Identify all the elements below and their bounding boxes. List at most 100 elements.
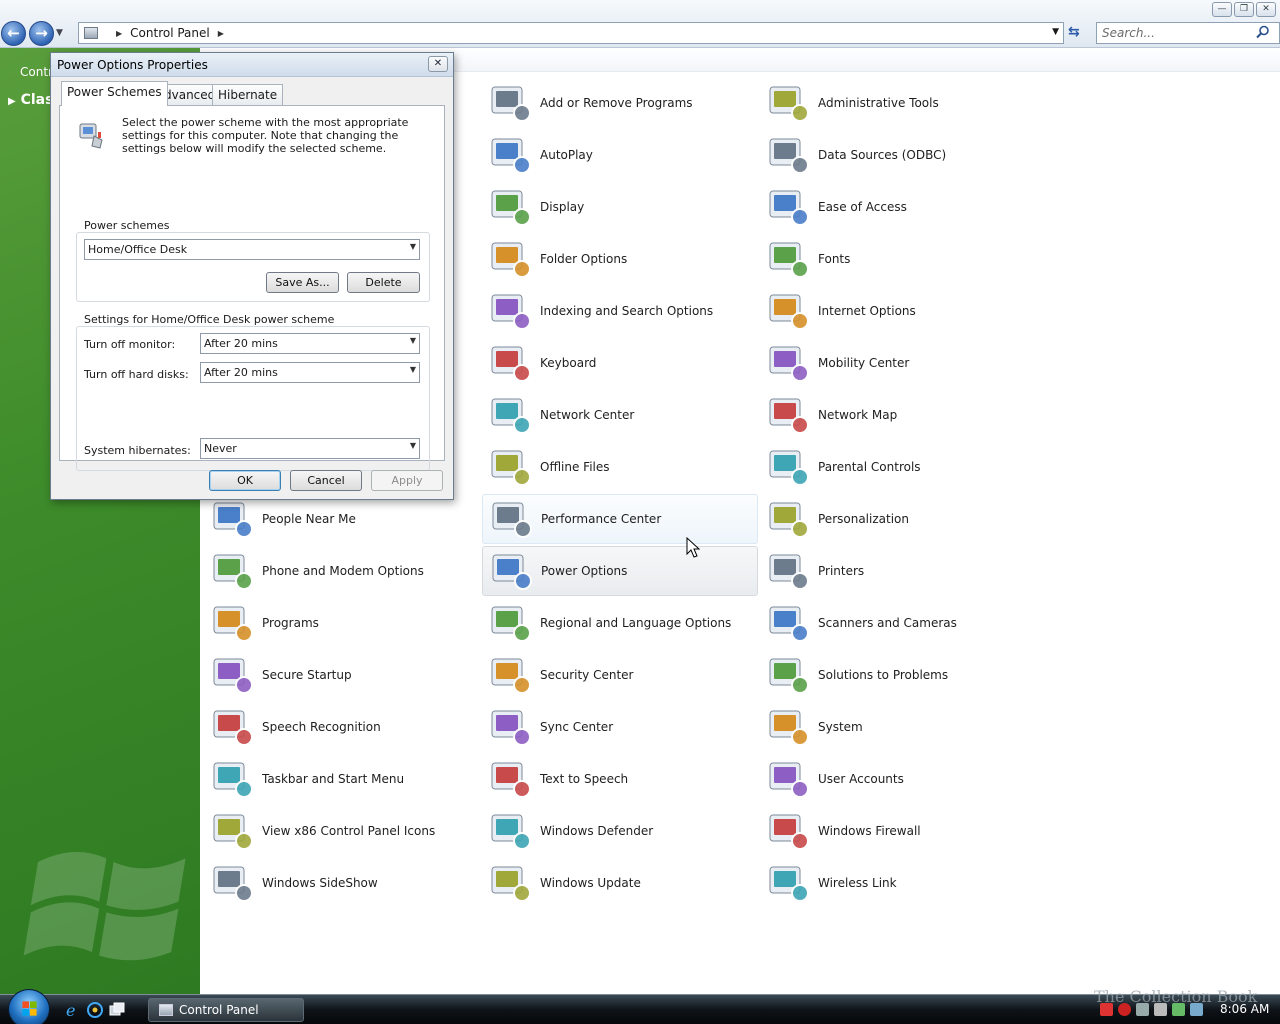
sync-icon <box>491 710 531 746</box>
internet-explorer-64-icon[interactable] <box>86 1001 104 1019</box>
tab-hibernate[interactable]: Hibernate <box>212 84 284 105</box>
cp-item-label: System <box>818 720 863 734</box>
forward-button[interactable]: → <box>29 21 54 46</box>
hard-disks-timeout-select[interactable]: After 20 mins ▼ <box>200 362 420 383</box>
cp-item-performance-center[interactable]: Performance Center <box>482 494 758 544</box>
cp-item-solutions-to-problems[interactable]: Solutions to Problems <box>760 650 1036 700</box>
cp-item-label: Administrative Tools <box>818 96 939 110</box>
address-bar[interactable]: ▶ Control Panel ▶ ▼ <box>78 22 1064 44</box>
recent-pages-dropdown-icon[interactable]: ▼ <box>56 28 63 38</box>
cp-item-secure-startup[interactable]: Secure Startup <box>204 650 480 700</box>
cp-item-parental-controls[interactable]: Parental Controls <box>760 442 1036 492</box>
cp-item-speech-recognition[interactable]: Speech Recognition <box>204 702 480 752</box>
control-panel-icon <box>159 1004 173 1016</box>
internet-explorer-icon[interactable]: e <box>64 1001 82 1019</box>
breadcrumb-chevron-icon[interactable]: ▶ <box>116 29 122 38</box>
monitor-timeout-select[interactable]: After 20 mins ▼ <box>200 333 420 354</box>
cp-item-sync-center[interactable]: Sync Center <box>482 702 758 752</box>
tray-sync-icon[interactable] <box>1190 1003 1203 1016</box>
cp-item-ease-of-access[interactable]: Ease of Access <box>760 182 1036 232</box>
search-input[interactable]: Search... <box>1096 22 1280 44</box>
scanner-icon <box>769 606 809 642</box>
fonts-folder-icon <box>769 242 809 278</box>
breadcrumb-control-panel[interactable]: Control Panel <box>130 26 210 40</box>
switch-windows-icon[interactable] <box>108 1001 126 1019</box>
cp-item-add-or-remove-programs[interactable]: Add or Remove Programs <box>482 78 758 128</box>
power-schemes-page: Select the power scheme with the most ap… <box>59 105 445 471</box>
cp-item-wireless-link[interactable]: Wireless Link <box>760 858 1036 908</box>
cp-item-autoplay[interactable]: AutoPlay <box>482 130 758 180</box>
cp-item-windows-defender[interactable]: Windows Defender <box>482 806 758 856</box>
cp-item-phone-and-modem-options[interactable]: Phone and Modem Options <box>204 546 480 596</box>
cp-item-offline-files[interactable]: Offline Files <box>482 442 758 492</box>
microphone-icon <box>213 710 253 746</box>
start-button[interactable] <box>8 989 50 1024</box>
hibernate-timeout-select[interactable]: Never ▼ <box>200 438 420 459</box>
cp-item-regional-and-language-options[interactable]: Regional and Language Options <box>482 598 758 648</box>
cp-item-personalization[interactable]: Personalization <box>760 494 1036 544</box>
cp-item-display[interactable]: Display <box>482 182 758 232</box>
power-scheme-select[interactable]: Home/Office Desk ▼ <box>84 239 420 260</box>
classic-view-link[interactable]: ▶ Clas <box>8 92 53 108</box>
back-button[interactable]: ← <box>1 21 26 46</box>
dialog-title-bar[interactable]: Power Options Properties ✕ <box>51 53 453 77</box>
search-icon[interactable] <box>1256 25 1270 39</box>
cp-item-folder-options[interactable]: Folder Options <box>482 234 758 284</box>
cp-item-network-center[interactable]: Network Center <box>482 390 758 440</box>
cp-item-power-options[interactable]: Power Options <box>482 546 758 596</box>
cp-item-scanners-and-cameras[interactable]: Scanners and Cameras <box>760 598 1036 648</box>
cp-item-view-x86-control-panel-icons[interactable]: View x86 Control Panel Icons <box>204 806 480 856</box>
hibernate-timeout-value: Never <box>204 442 237 455</box>
ok-button[interactable]: OK <box>209 470 281 491</box>
cp-item-administrative-tools[interactable]: Administrative Tools <box>760 78 1036 128</box>
tray-security-icon[interactable] <box>1118 1003 1131 1016</box>
explorer-toolbar: — ❐ ✕ ← → ▼ ▶ Control Panel ▶ ▼ ⇆ Search… <box>0 0 1280 48</box>
apply-button[interactable]: Apply <box>371 470 443 491</box>
cp-item-keyboard[interactable]: Keyboard <box>482 338 758 388</box>
cp-item-label: Programs <box>262 616 319 630</box>
cp-item-data-sources-odbc[interactable]: Data Sources (ODBC) <box>760 130 1036 180</box>
minimize-button[interactable]: — <box>1212 2 1232 17</box>
data-sources-icon <box>769 138 809 174</box>
cp-item-internet-options[interactable]: Internet Options <box>760 286 1036 336</box>
cp-item-windows-firewall[interactable]: Windows Firewall <box>760 806 1036 856</box>
cp-item-mobility-center[interactable]: Mobility Center <box>760 338 1036 388</box>
cp-item-people-near-me[interactable]: People Near Me <box>204 494 480 544</box>
task-pane-home-link[interactable]: Contr <box>20 65 53 79</box>
cp-item-printers[interactable]: Printers <box>760 546 1036 596</box>
address-dropdown-icon[interactable]: ▼ <box>1052 27 1059 37</box>
cp-item-security-center[interactable]: Security Center <box>482 650 758 700</box>
tray-network-icon[interactable] <box>1100 1003 1113 1016</box>
cancel-button[interactable]: Cancel <box>290 470 362 491</box>
close-window-button[interactable]: ✕ <box>1256 2 1276 17</box>
breadcrumb-chevron-icon[interactable]: ▶ <box>218 29 224 38</box>
cp-item-taskbar-and-start-menu[interactable]: Taskbar and Start Menu <box>204 754 480 804</box>
tray-update-icon[interactable] <box>1172 1003 1185 1016</box>
cp-item-label: Wireless Link <box>818 876 897 890</box>
cp-item-label: Personalization <box>818 512 909 526</box>
taskbar-control-panel[interactable]: Control Panel <box>148 998 304 1022</box>
cp-item-system[interactable]: System <box>760 702 1036 752</box>
cp-item-windows-sideshow[interactable]: Windows SideShow <box>204 858 480 908</box>
refresh-icon[interactable]: ⇆ <box>1068 24 1080 40</box>
cp-item-indexing-and-search-options[interactable]: Indexing and Search Options <box>482 286 758 336</box>
scheme-settings-group-label: Settings for Home/Office Desk power sche… <box>82 313 337 326</box>
cp-item-network-map[interactable]: Network Map <box>760 390 1036 440</box>
chevron-down-icon: ▼ <box>409 242 416 251</box>
back-arrow-icon: ← <box>7 24 20 42</box>
cp-item-text-to-speech[interactable]: Text to Speech <box>482 754 758 804</box>
cp-item-user-accounts[interactable]: User Accounts <box>760 754 1036 804</box>
delete-button[interactable]: Delete <box>347 272 420 293</box>
globe-icon <box>491 606 531 642</box>
save-as-button[interactable]: Save As... <box>266 272 339 293</box>
printer-icon <box>769 554 809 590</box>
dialog-close-button[interactable]: ✕ <box>428 56 448 72</box>
cp-item-fonts[interactable]: Fonts <box>760 234 1036 284</box>
tab-power-schemes[interactable]: Power Schemes <box>61 81 168 106</box>
cp-item-windows-update[interactable]: Windows Update <box>482 858 758 908</box>
clock[interactable]: 8:06 AM <box>1220 1002 1269 1016</box>
tray-device-icon[interactable] <box>1154 1003 1167 1016</box>
cp-item-programs[interactable]: Programs <box>204 598 480 648</box>
maximize-button[interactable]: ❐ <box>1234 2 1254 17</box>
tray-volume-icon[interactable] <box>1136 1003 1149 1016</box>
